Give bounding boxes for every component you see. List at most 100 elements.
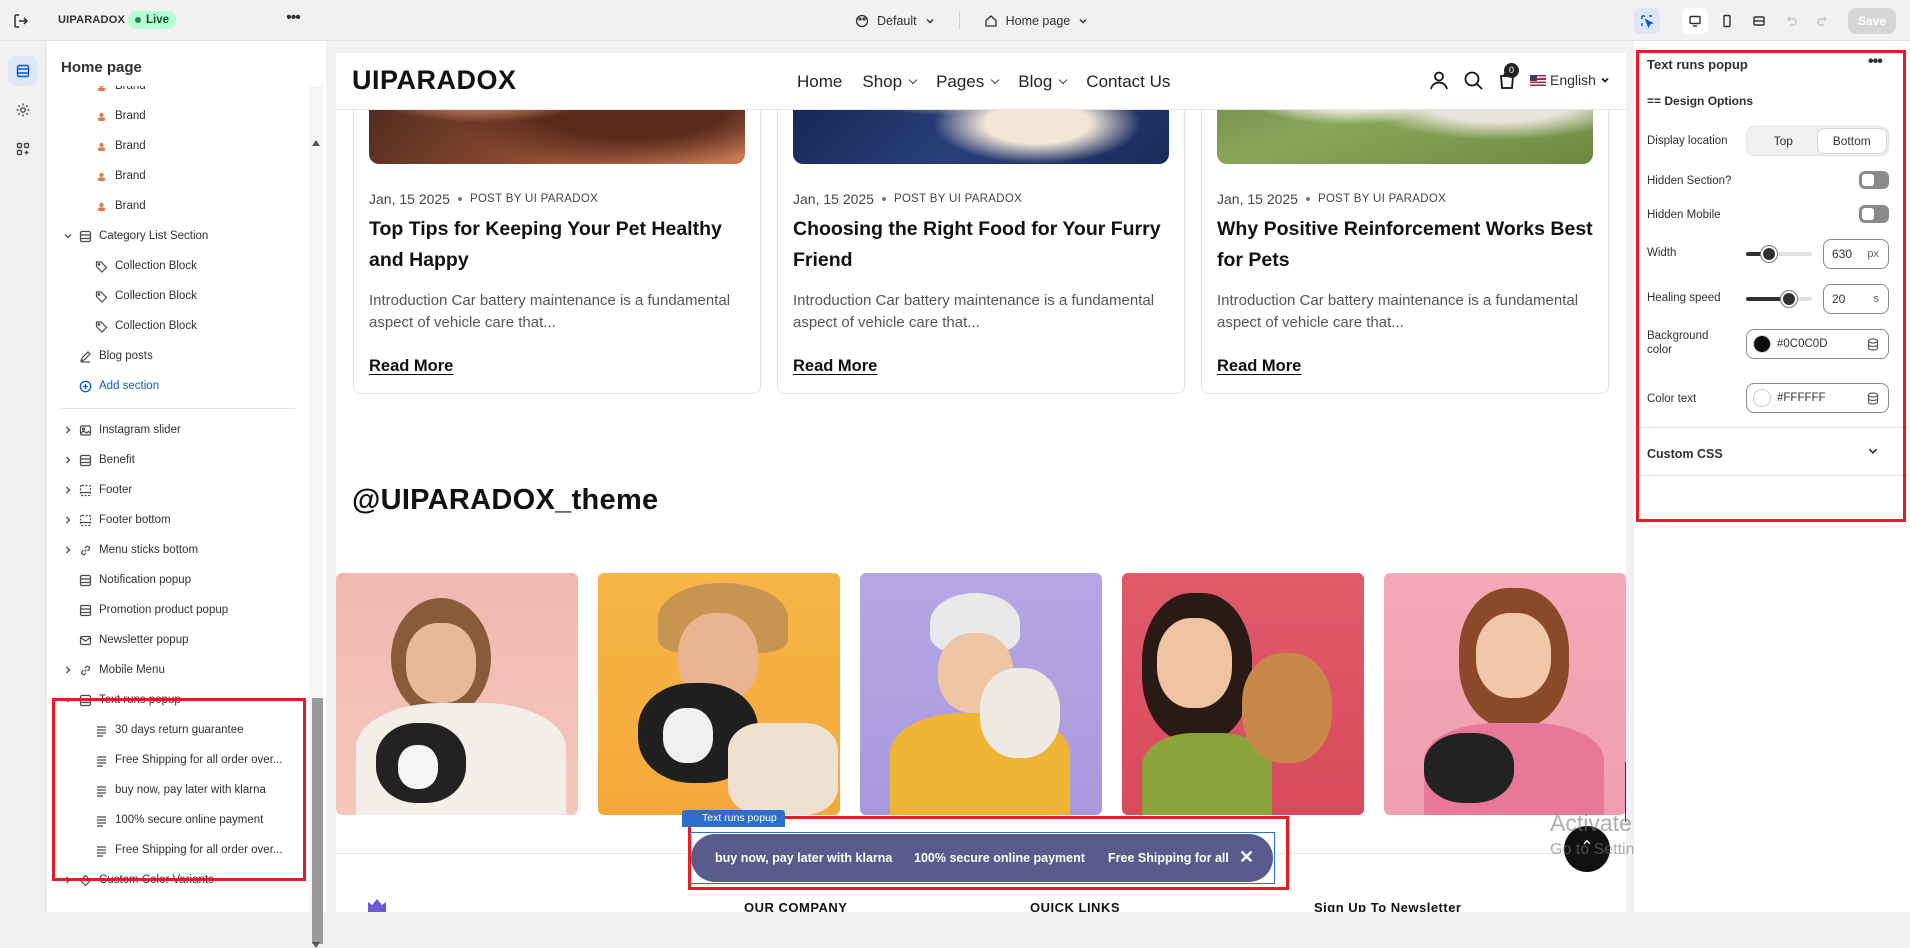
account-icon[interactable] — [1428, 69, 1450, 91]
sidebar-section-category-list-section[interactable]: Category List Section — [64, 224, 208, 248]
instagram-photo[interactable] — [1384, 573, 1626, 815]
fullscreen-icon[interactable] — [1746, 8, 1772, 34]
sidebar-title: Home page — [61, 59, 142, 76]
more-icon[interactable]: ••• — [281, 9, 305, 31]
sidebar-section-promotion-product-popup[interactable]: Promotion product popup — [78, 598, 228, 622]
sidebar-item-label: Promotion product popup — [99, 604, 229, 616]
nav-home[interactable]: Home — [797, 72, 842, 92]
desktop-view-icon[interactable] — [1682, 8, 1708, 34]
sidebar-section-blog-posts[interactable]: Blog posts — [78, 344, 153, 368]
canvas-edge — [1625, 762, 1626, 822]
read-more-link[interactable]: Read More — [793, 357, 877, 376]
sidebar-item-label: Brand — [115, 110, 146, 122]
add-section-button[interactable]: Add section — [78, 374, 159, 398]
inspector-icon[interactable] — [1634, 8, 1660, 34]
read-more-link[interactable]: Read More — [1217, 357, 1301, 376]
brand-thumb-icon — [94, 169, 108, 183]
divider — [958, 12, 960, 30]
tag-icon — [94, 289, 108, 303]
undo-icon[interactable] — [1778, 8, 1804, 34]
nav-shop[interactable]: Shop — [862, 72, 916, 92]
footer-heading-newsletter: Sign Up To Newsletter — [1314, 900, 1462, 912]
sidebar-item-label: Notification popup — [99, 574, 192, 586]
redo-icon[interactable] — [1810, 8, 1836, 34]
sections-icon[interactable] — [8, 56, 38, 86]
page-selector[interactable]: Home page — [984, 14, 1089, 28]
back-to-top-button[interactable]: ⌃ — [1564, 826, 1610, 872]
sidebar-section-mobile-menu[interactable]: Mobile Menu — [66, 658, 165, 682]
sidebar-section-footer-bottom[interactable]: Footer bottom — [66, 508, 171, 532]
site-header: UIPARADOX Home Shop Pages Blog Contact U… — [336, 53, 1626, 110]
instagram-photo[interactable] — [336, 573, 578, 815]
sidebar-section-benefit[interactable]: Benefit — [66, 448, 135, 472]
chevron-right-icon[interactable] — [63, 665, 73, 675]
settings-gear-icon[interactable] — [8, 95, 38, 125]
search-icon[interactable] — [1462, 69, 1484, 91]
mobile-view-icon[interactable] — [1714, 8, 1740, 34]
sidebar-item-label: Newsletter popup — [99, 634, 189, 646]
selection-tag[interactable]: Text runs popup — [682, 810, 785, 827]
brand-thumb-icon — [94, 109, 108, 123]
site-logo[interactable]: UIPARADOX — [352, 65, 517, 96]
sidebar-scrollbar[interactable] — [309, 86, 323, 948]
section-icon — [78, 453, 92, 467]
sidebar-section-instagram-slider[interactable]: Instagram slider — [66, 418, 181, 442]
chevron-down-icon[interactable] — [63, 231, 73, 241]
sidebar-block-brand[interactable]: Brand — [94, 104, 146, 128]
sidebar-block-collection-block[interactable]: Collection Block — [94, 314, 197, 338]
instagram-photo[interactable] — [598, 573, 840, 815]
sidebar-section-notification-popup[interactable]: Notification popup — [78, 568, 191, 592]
post-author: POST BY UI PARADOX — [1317, 193, 1447, 205]
sidebar-section-menu-sticks-bottom[interactable]: Menu sticks bottom — [66, 538, 198, 562]
sidebar-block-collection-block[interactable]: Collection Block — [94, 284, 197, 308]
sidebar-block-brand[interactable]: Brand — [94, 86, 146, 98]
nav-contact[interactable]: Contact Us — [1086, 72, 1170, 92]
scroll-down-icon[interactable] — [312, 942, 320, 948]
chevron-right-icon[interactable] — [63, 515, 73, 525]
nav-blog[interactable]: Blog — [1018, 72, 1066, 92]
sidebar-section-newsletter-popup[interactable]: Newsletter popup — [78, 628, 189, 652]
post-title[interactable]: Why Positive Reinforcement Works Best fo… — [1217, 214, 1597, 276]
read-more-link[interactable]: Read More — [369, 357, 453, 376]
sidebar-block-brand[interactable]: Brand — [94, 164, 146, 188]
sidebar-item-label: Blog posts — [99, 350, 153, 362]
post-title[interactable]: Top Tips for Keeping Your Pet Healthy an… — [369, 214, 749, 276]
save-button[interactable]: Save — [1848, 8, 1896, 34]
scroll-thumb[interactable] — [312, 698, 323, 944]
chevron-right-icon[interactable] — [63, 425, 73, 435]
theme-selector[interactable]: Default — [855, 14, 935, 28]
divider — [61, 408, 295, 409]
sidebar-item-label: Collection Block — [115, 290, 197, 302]
add-circle-icon — [78, 379, 92, 393]
sidebar-item-label: Collection Block — [115, 260, 197, 272]
apps-icon[interactable] — [8, 134, 38, 164]
post-title[interactable]: Choosing the Right Food for Your Furry F… — [793, 214, 1173, 276]
sidebar-block-collection-block[interactable]: Collection Block — [94, 254, 197, 278]
text-runs-popup[interactable]: buy now, pay later with klarna 100% secu… — [691, 834, 1273, 882]
sidebar-item-label: Brand — [115, 86, 146, 92]
us-flag-icon — [1530, 74, 1546, 86]
marquee-item: Free Shipping for all or — [1108, 851, 1231, 865]
instagram-photo[interactable] — [1122, 573, 1364, 815]
footer-heading-links: QUICK LINKS — [1030, 900, 1120, 912]
scroll-up-icon[interactable] — [312, 140, 320, 146]
sidebar-block-brand[interactable]: Brand — [94, 194, 146, 218]
blog-card-meta: Jan, 15 2025 POST BY UI PARADOX — [1217, 191, 1446, 207]
chevron-down-icon — [926, 19, 934, 24]
exit-icon[interactable] — [12, 12, 30, 30]
left-rail — [0, 41, 46, 912]
nav-pages[interactable]: Pages — [936, 72, 998, 92]
instagram-photo[interactable] — [860, 573, 1102, 815]
brand-thumb-icon — [94, 199, 108, 213]
sidebar-item-label: Brand — [115, 170, 146, 182]
sidebar-block-brand[interactable]: Brand — [94, 134, 146, 158]
sidebar-section-footer[interactable]: Footer — [66, 478, 132, 502]
chevron-right-icon[interactable] — [63, 455, 73, 465]
language-selector[interactable]: English — [1530, 72, 1610, 88]
chevron-right-icon[interactable] — [63, 485, 73, 495]
footer-logo-icon — [368, 899, 386, 912]
chevron-right-icon[interactable] — [63, 545, 73, 555]
preview-canvas: UIPARADOX Home Shop Pages Blog Contact U… — [336, 53, 1626, 912]
close-icon[interactable]: ✕ — [1239, 845, 1254, 869]
blog-card-meta: Jan, 15 2025 POST BY UI PARADOX — [369, 191, 598, 207]
